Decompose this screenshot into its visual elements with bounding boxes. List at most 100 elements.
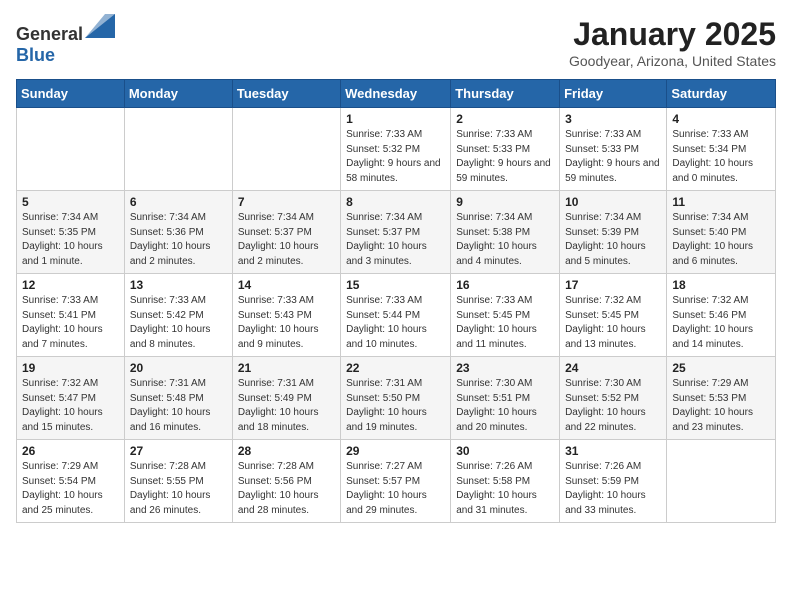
day-cell: 11Sunrise: 7:34 AMSunset: 5:40 PMDayligh… xyxy=(667,191,776,274)
day-info: Sunrise: 7:33 AMSunset: 5:41 PMDaylight:… xyxy=(22,294,119,352)
day-info: Sunrise: 7:30 AMSunset: 5:52 PMDaylight:… xyxy=(565,377,661,435)
day-info: Sunrise: 7:34 AMSunset: 5:38 PMDaylight:… xyxy=(456,211,554,269)
day-info: Sunrise: 7:26 AMSunset: 5:59 PMDaylight:… xyxy=(565,460,661,518)
day-number: 27 xyxy=(130,444,227,458)
day-info: Sunrise: 7:26 AMSunset: 5:58 PMDaylight:… xyxy=(456,460,554,518)
day-number: 31 xyxy=(565,444,661,458)
day-number: 14 xyxy=(238,278,335,292)
day-number: 12 xyxy=(22,278,119,292)
day-cell: 3 Sunrise: 7:33 AMSunset: 5:33 PMDaylight… xyxy=(560,108,667,191)
day-info: Sunrise: 7:32 AMSunset: 5:45 PMDaylight:… xyxy=(565,294,661,352)
header-monday: Monday xyxy=(124,80,232,108)
day-cell: 18 Sunrise: 7:32 AMSunset: 5:46 PMDayligh… xyxy=(667,274,776,357)
day-number: 23 xyxy=(456,361,554,375)
week-row-4: 19 Sunrise: 7:32 AMSunset: 5:47 PMDayligh… xyxy=(17,357,776,440)
day-info: Sunrise: 7:28 AMSunset: 5:56 PMDaylight:… xyxy=(238,460,335,518)
day-info: Sunrise: 7:34 AMSunset: 5:37 PMDaylight:… xyxy=(238,211,335,269)
day-info: Sunrise: 7:34 AMSunset: 5:36 PMDaylight:… xyxy=(130,211,227,269)
day-number: 22 xyxy=(346,361,445,375)
day-number: 8 xyxy=(346,195,445,209)
page-header: General Blue January 2025 Goodyear, Ariz… xyxy=(16,16,776,69)
day-cell xyxy=(232,108,340,191)
header-wednesday: Wednesday xyxy=(341,80,451,108)
day-number: 4 xyxy=(672,112,770,126)
day-cell: 12 Sunrise: 7:33 AMSunset: 5:41 PMDayligh… xyxy=(17,274,125,357)
day-cell: 20Sunrise: 7:31 AMSunset: 5:48 PMDayligh… xyxy=(124,357,232,440)
day-number: 1 xyxy=(346,112,445,126)
header-tuesday: Tuesday xyxy=(232,80,340,108)
day-info: Sunrise: 7:29 AMSunset: 5:54 PMDaylight:… xyxy=(22,460,119,518)
day-number: 10 xyxy=(565,195,661,209)
week-row-3: 12 Sunrise: 7:33 AMSunset: 5:41 PMDayligh… xyxy=(17,274,776,357)
day-info: Sunrise: 7:33 AMSunset: 5:43 PMDaylight:… xyxy=(238,294,335,352)
day-number: 20 xyxy=(130,361,227,375)
day-cell: 27 Sunrise: 7:28 AMSunset: 5:55 PMDayligh… xyxy=(124,440,232,523)
day-info: Sunrise: 7:34 AMSunset: 5:39 PMDaylight:… xyxy=(565,211,661,269)
day-info: Sunrise: 7:29 AMSunset: 5:53 PMDaylight:… xyxy=(672,377,770,435)
day-cell: 23 Sunrise: 7:30 AMSunset: 5:51 PMDayligh… xyxy=(451,357,560,440)
day-cell: 8Sunrise: 7:34 AMSunset: 5:37 PMDaylight… xyxy=(341,191,451,274)
header-sunday: Sunday xyxy=(17,80,125,108)
day-number: 3 xyxy=(565,112,661,126)
day-cell: 7 Sunrise: 7:34 AMSunset: 5:37 PMDaylight… xyxy=(232,191,340,274)
day-cell: 5Sunrise: 7:34 AMSunset: 5:35 PMDaylight… xyxy=(17,191,125,274)
header-thursday: Thursday xyxy=(451,80,560,108)
week-row-5: 26 Sunrise: 7:29 AMSunset: 5:54 PMDayligh… xyxy=(17,440,776,523)
day-cell: 15Sunrise: 7:33 AMSunset: 5:44 PMDayligh… xyxy=(341,274,451,357)
logo: General Blue xyxy=(16,16,115,66)
title-area: January 2025 Goodyear, Arizona, United S… xyxy=(569,16,776,69)
day-cell: 24 Sunrise: 7:30 AMSunset: 5:52 PMDayligh… xyxy=(560,357,667,440)
day-info: Sunrise: 7:33 AMSunset: 5:33 PMDaylight:… xyxy=(456,128,554,186)
day-number: 19 xyxy=(22,361,119,375)
day-cell: 31 Sunrise: 7:26 AMSunset: 5:59 PMDayligh… xyxy=(560,440,667,523)
day-number: 15 xyxy=(346,278,445,292)
logo-blue: Blue xyxy=(16,45,55,65)
day-number: 24 xyxy=(565,361,661,375)
day-info: Sunrise: 7:28 AMSunset: 5:55 PMDaylight:… xyxy=(130,460,227,518)
day-number: 9 xyxy=(456,195,554,209)
day-cell: 29Sunrise: 7:27 AMSunset: 5:57 PMDayligh… xyxy=(341,440,451,523)
day-number: 18 xyxy=(672,278,770,292)
day-info: Sunrise: 7:31 AMSunset: 5:49 PMDaylight:… xyxy=(238,377,335,435)
day-info: Sunrise: 7:30 AMSunset: 5:51 PMDaylight:… xyxy=(456,377,554,435)
day-cell: 9 Sunrise: 7:34 AMSunset: 5:38 PMDaylight… xyxy=(451,191,560,274)
day-cell: 1 Sunrise: 7:33 AMSunset: 5:32 PMDaylight… xyxy=(341,108,451,191)
day-number: 26 xyxy=(22,444,119,458)
day-cell: 22 Sunrise: 7:31 AMSunset: 5:50 PMDayligh… xyxy=(341,357,451,440)
day-number: 28 xyxy=(238,444,335,458)
day-cell: 30Sunrise: 7:26 AMSunset: 5:58 PMDayligh… xyxy=(451,440,560,523)
week-row-2: 5Sunrise: 7:34 AMSunset: 5:35 PMDaylight… xyxy=(17,191,776,274)
day-number: 29 xyxy=(346,444,445,458)
day-cell: 28 Sunrise: 7:28 AMSunset: 5:56 PMDayligh… xyxy=(232,440,340,523)
day-info: Sunrise: 7:33 AMSunset: 5:42 PMDaylight:… xyxy=(130,294,227,352)
day-info: Sunrise: 7:32 AMSunset: 5:47 PMDaylight:… xyxy=(22,377,119,435)
week-row-1: 1 Sunrise: 7:33 AMSunset: 5:32 PMDaylight… xyxy=(17,108,776,191)
day-cell: 17Sunrise: 7:32 AMSunset: 5:45 PMDayligh… xyxy=(560,274,667,357)
header-friday: Friday xyxy=(560,80,667,108)
header-row: Sunday Monday Tuesday Wednesday Thursday… xyxy=(17,80,776,108)
day-cell: 21 Sunrise: 7:31 AMSunset: 5:49 PMDayligh… xyxy=(232,357,340,440)
day-number: 25 xyxy=(672,361,770,375)
day-info: Sunrise: 7:33 AMSunset: 5:33 PMDaylight:… xyxy=(565,128,661,186)
day-info: Sunrise: 7:33 AMSunset: 5:45 PMDaylight:… xyxy=(456,294,554,352)
day-number: 6 xyxy=(130,195,227,209)
day-info: Sunrise: 7:33 AMSunset: 5:32 PMDaylight:… xyxy=(346,128,445,186)
calendar-subtitle: Goodyear, Arizona, United States xyxy=(569,53,776,69)
day-info: Sunrise: 7:31 AMSunset: 5:50 PMDaylight:… xyxy=(346,377,445,435)
day-info: Sunrise: 7:32 AMSunset: 5:46 PMDaylight:… xyxy=(672,294,770,352)
day-number: 21 xyxy=(238,361,335,375)
day-number: 2 xyxy=(456,112,554,126)
day-number: 5 xyxy=(22,195,119,209)
day-cell xyxy=(124,108,232,191)
day-number: 7 xyxy=(238,195,335,209)
day-info: Sunrise: 7:33 AMSunset: 5:34 PMDaylight:… xyxy=(672,128,770,186)
day-number: 11 xyxy=(672,195,770,209)
day-number: 16 xyxy=(456,278,554,292)
calendar-title: January 2025 xyxy=(569,16,776,53)
day-cell: 16 Sunrise: 7:33 AMSunset: 5:45 PMDayligh… xyxy=(451,274,560,357)
day-cell: 10 Sunrise: 7:34 AMSunset: 5:39 PMDayligh… xyxy=(560,191,667,274)
day-cell: 25 Sunrise: 7:29 AMSunset: 5:53 PMDayligh… xyxy=(667,357,776,440)
logo-icon xyxy=(85,14,115,38)
day-cell: 4 Sunrise: 7:33 AMSunset: 5:34 PMDaylight… xyxy=(667,108,776,191)
day-cell: 13Sunrise: 7:33 AMSunset: 5:42 PMDayligh… xyxy=(124,274,232,357)
